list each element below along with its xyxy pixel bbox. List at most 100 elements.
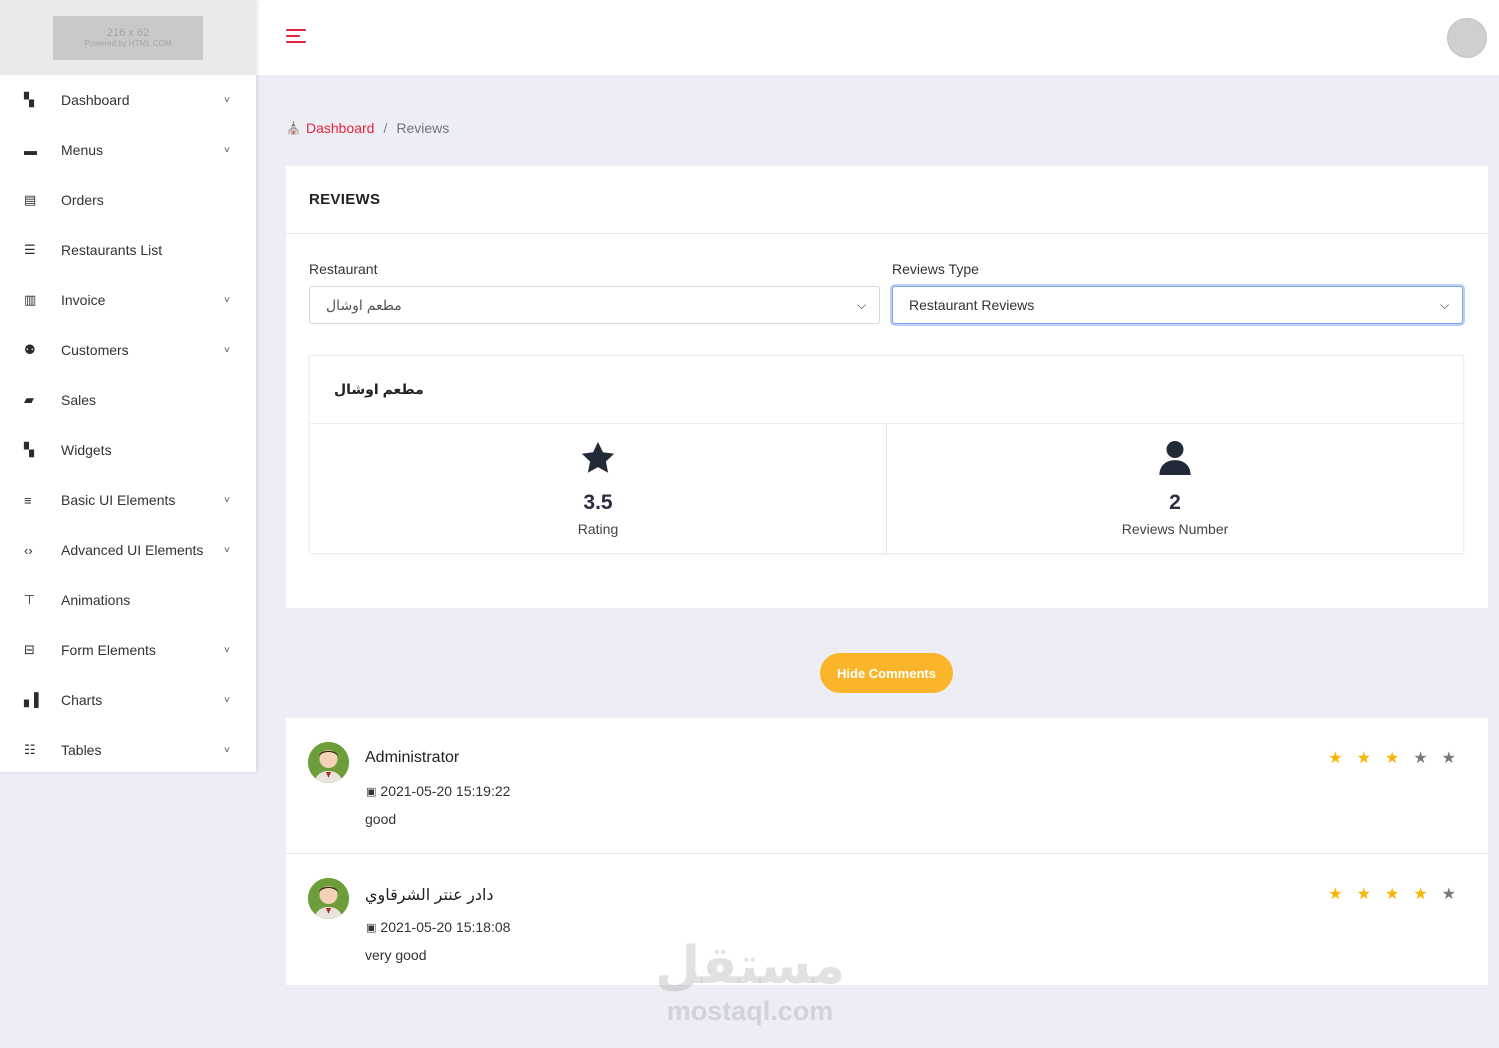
calendar-icon: ▣ <box>366 785 377 798</box>
comment-date: ▣ 2021-05-20 15:18:08 <box>366 919 510 935</box>
chevron-down-icon[interactable]: ˅ <box>224 295 234 306</box>
reviews-count-label: Reviews Number <box>1121 521 1229 537</box>
sidebar-item-animations[interactable]: ⊤ Animations <box>0 575 256 625</box>
star-filled-icon: ★ <box>1328 750 1343 767</box>
sidebar-item-dashboard[interactable]: ▚ Dashboard ˅ <box>0 75 256 125</box>
sidebar: 216 x 62 Powered by HTML.COM ▚ Dashboard ˅… <box>0 0 256 772</box>
sidebar-item-label: Customers <box>61 342 129 358</box>
comment-rating: ★ ★ ★ ★ ★ <box>1328 884 1456 904</box>
chevron-down-icon[interactable]: ˅ <box>224 745 234 756</box>
sidebar-item-label: Form Elements <box>61 642 156 658</box>
commenter-name: Administrator <box>365 749 460 766</box>
comment-date-text: 2021-05-20 15:18:08 <box>380 919 511 935</box>
top-header <box>256 0 1499 75</box>
star-icon <box>579 438 617 478</box>
sidebar-item-orders[interactable]: ▤ Orders <box>0 175 256 225</box>
bar-chart-icon: ▖▌ <box>24 692 44 707</box>
comment-item: دادر عنتر الشرقاوي ▣ 2021-05-20 15:18:08 ve… <box>286 853 1488 985</box>
menu-toggle-icon[interactable] <box>286 27 308 45</box>
breadcrumb-current: Reviews <box>396 120 450 136</box>
chevron-down-icon[interactable]: ˅ <box>224 695 234 706</box>
logo-area: 216 x 62 Powered by HTML.COM <box>0 0 256 75</box>
user-icon <box>1158 438 1192 478</box>
code-icon: ‹› <box>24 542 33 558</box>
star-filled-icon: ★ <box>1413 886 1428 903</box>
reviews-type-select-value: Restaurant Reviews <box>909 297 1035 313</box>
reviews-count-stat: 2 Reviews Number <box>886 424 1463 554</box>
reviews-type-select[interactable]: Restaurant Reviews ⌵ <box>892 286 1463 324</box>
comment-item: Administrator ▣ 2021-05-20 15:19:22 good ★ ★ ★… <box>286 718 1488 853</box>
sidebar-item-form-elements[interactable]: ⊟ Form Elements ˅ <box>0 625 256 675</box>
sidebar-item-invoice[interactable]: ▥ Invoice ˅ <box>0 275 256 325</box>
comment-text: good <box>365 811 397 827</box>
star-filled-icon: ★ <box>1384 886 1400 903</box>
sidebar-item-restaurants-list[interactable]: ☰ Restaurants List <box>0 225 256 275</box>
input-icon: ⊟ <box>24 642 35 657</box>
chevron-down-icon[interactable]: ˅ <box>224 545 234 556</box>
reviews-type-label: Reviews Type <box>892 261 979 277</box>
breadcrumb-separator: / <box>383 120 388 136</box>
home-icon: ⛪ <box>286 121 301 135</box>
comment-date: ▣ 2021-05-20 15:19:22 <box>366 783 510 799</box>
sidebar-item-charts[interactable]: ▖▌ Charts ˅ <box>0 675 256 725</box>
star-filled-icon: ★ <box>1328 886 1343 903</box>
commenter-avatar <box>308 878 349 919</box>
users-icon: ⚉ <box>24 342 36 357</box>
file-invoice-icon: ▥ <box>24 292 37 307</box>
star-empty-icon: ★ <box>1441 750 1456 767</box>
rating-stat: 3.5 Rating <box>310 424 886 554</box>
sidebar-item-widgets[interactable]: ▚ Widgets <box>0 425 256 475</box>
sidebar-item-label: Advanced UI Elements <box>61 542 204 558</box>
breadcrumb-dashboard-link[interactable]: Dashboard <box>306 120 375 136</box>
chevron-down-icon[interactable]: ˅ <box>224 95 234 106</box>
sidebar-nav: ▚ Dashboard ˅ ▬ Menus ˅ ▤ Orders ☰ Restaurants Li… <box>0 75 256 775</box>
logo-placeholder[interactable]: 216 x 62 Powered by HTML.COM <box>53 15 203 60</box>
reviews-count-value: 2 <box>1169 491 1181 514</box>
star-filled-icon: ★ <box>1356 750 1371 767</box>
chevron-down-icon[interactable]: ˅ <box>224 345 234 356</box>
sidebar-item-label: Restaurants List <box>61 242 163 258</box>
reviews-card: REVIEWS Restaurant مطعم اوشال ⌵ Reviews … <box>286 166 1488 608</box>
comment-rating: ★ ★ ★ ★ ★ <box>1328 748 1456 768</box>
rating-label: Rating <box>577 521 619 537</box>
archive-icon: ▬ <box>24 142 37 158</box>
restaurant-select[interactable]: مطعم اوشال ⌵ <box>309 286 880 324</box>
sliders-icon: ☷ <box>24 742 36 757</box>
sidebar-item-sales[interactable]: ▰ Sales <box>0 375 256 425</box>
star-empty-icon: ★ <box>1441 886 1456 903</box>
stats-row: 3.5 Rating 2 Reviews Number <box>310 424 1463 554</box>
user-avatar[interactable] <box>1447 18 1487 58</box>
sidebar-item-basic-ui-elements[interactable]: ≡ Basic UI Elements ˅ <box>0 475 256 525</box>
filter-icon: ≡ <box>24 492 32 508</box>
sidebar-item-label: Tables <box>61 742 102 758</box>
star-empty-icon: ★ <box>1413 750 1428 767</box>
clipboard-icon: ▤ <box>24 192 37 207</box>
chevron-down-icon[interactable]: ˅ <box>224 495 234 506</box>
hide-comments-button[interactable]: Hide Comments <box>820 653 953 693</box>
restaurant-summary-box: مطعم اوشال 3.5 Rating 2 Reviews Number <box>309 355 1464 554</box>
sidebar-item-label: Widgets <box>61 442 112 458</box>
sidebar-item-label: Sales <box>61 392 97 408</box>
chevron-down-icon[interactable]: ˅ <box>224 645 234 656</box>
sidebar-item-tables[interactable]: ☷ Tables ˅ <box>0 725 256 775</box>
sidebar-item-label: Orders <box>61 192 104 208</box>
sidebar-item-advanced-ui-elements[interactable]: ‹› Advanced UI Elements ˅ <box>0 525 256 575</box>
reviews-card-header: REVIEWS <box>286 166 1488 234</box>
sidebar-item-label: Invoice <box>61 292 106 308</box>
sidebar-item-menus[interactable]: ▬ Menus ˅ <box>0 125 256 175</box>
chevron-down-icon: ⌵ <box>1440 297 1450 312</box>
sidebar-item-label: Animations <box>61 592 131 608</box>
chevron-down-icon[interactable]: ˅ <box>224 145 234 156</box>
restaurant-label: Restaurant <box>309 261 378 277</box>
sidebar-item-label: Charts <box>61 692 103 708</box>
widgets-icon: ▚ <box>24 442 34 457</box>
breadcrumb: ⛪ Dashboard / Reviews <box>286 120 449 136</box>
briefcase-icon: ▰ <box>24 392 34 407</box>
sidebar-item-label: Basic UI Elements <box>61 492 176 508</box>
sidebar-item-label: Dashboard <box>61 92 130 108</box>
paint-roller-icon: ⊤ <box>24 592 36 607</box>
watermark: مستقل mostaql.com <box>655 935 845 1025</box>
sidebar-item-customers[interactable]: ⚉ Customers ˅ <box>0 325 256 375</box>
comment-text: very good <box>365 947 427 963</box>
page-title: REVIEWS <box>309 191 381 208</box>
